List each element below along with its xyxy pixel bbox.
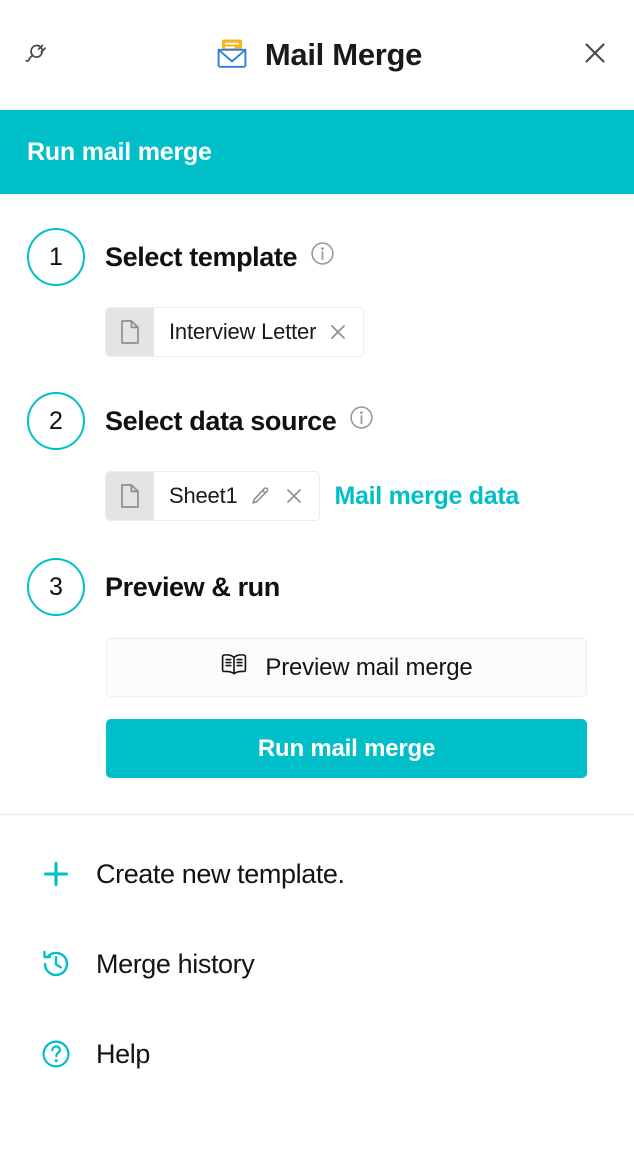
template-chip-label: Interview Letter (169, 319, 317, 344)
app-title: Mail Merge (264, 37, 423, 72)
step-2-header: 2 Select data source (0, 392, 634, 450)
pencil-icon[interactable] (248, 484, 272, 508)
close-icon (581, 39, 609, 72)
remove-template-icon[interactable] (326, 320, 350, 344)
step-1-header: 1 Select template (0, 228, 634, 286)
run-button-label: Run mail merge (257, 734, 436, 762)
step-select-template: 1 Select template Interview Letter (0, 228, 634, 356)
template-chip[interactable]: Interview Letter (106, 308, 364, 356)
section-title: Run mail merge (27, 137, 212, 166)
step-3-number: 3 (27, 558, 85, 616)
history-clock-icon (38, 948, 74, 980)
step-2-body: Sheet1 Mail merge data (0, 472, 634, 520)
close-button[interactable] (574, 34, 616, 76)
step-preview-run: 3 Preview & run Preview mail merge Run m… (0, 558, 634, 778)
step-3-title-row: Preview & run (105, 572, 280, 603)
menu-label-create-new-template: Create new template. (96, 858, 345, 889)
run-mail-merge-bar: Run mail merge (0, 110, 634, 194)
menu-item-create-new-template[interactable]: Create new template. (0, 829, 634, 919)
run-mail-merge-button[interactable]: Run mail merge (106, 719, 587, 778)
step-3-body: Preview mail merge Run mail merge (0, 638, 634, 778)
steps-container: 1 Select template Interview Letter 2 Sel… (0, 194, 634, 778)
step-1-title-row: Select template (105, 241, 335, 273)
step-2-title-row: Select data source (105, 405, 374, 437)
template-chip-row: Interview Letter (106, 308, 634, 356)
question-circle-icon (38, 1038, 74, 1070)
plug-icon (22, 39, 50, 72)
remove-datasource-icon[interactable] (282, 484, 306, 508)
step-1-number: 1 (27, 228, 85, 286)
plug-button[interactable] (16, 35, 56, 75)
open-book-icon (220, 652, 248, 683)
envelope-letter-icon (212, 33, 252, 78)
datasource-chip-label: Sheet1 (169, 483, 238, 508)
menu-item-merge-history[interactable]: Merge history (0, 919, 634, 1009)
menu-label-help: Help (96, 1038, 150, 1069)
app-header: Mail Merge (0, 0, 634, 110)
step-1-title-text: Select template (105, 241, 298, 272)
info-icon[interactable] (349, 405, 374, 437)
step-select-data-source: 2 Select data source Sheet1 Mail merge d… (0, 392, 634, 520)
datasource-chip-row: Sheet1 Mail merge data (106, 472, 634, 520)
menu-item-help[interactable]: Help (0, 1009, 634, 1099)
mail-merge-data-link[interactable]: Mail merge data (335, 482, 520, 511)
document-icon (106, 472, 154, 520)
step-3-title-text: Preview & run (105, 571, 280, 602)
datasource-chip[interactable]: Sheet1 (106, 472, 319, 520)
brand: Mail Merge (212, 33, 422, 78)
step-3-header: 3 Preview & run (0, 558, 634, 616)
datasource-chip-main: Sheet1 (154, 472, 319, 520)
step-2-title-text: Select data source (105, 405, 337, 436)
document-icon (106, 308, 154, 356)
info-icon[interactable] (310, 241, 335, 273)
menu-label-merge-history: Merge history (96, 948, 255, 979)
template-chip-main: Interview Letter (154, 308, 363, 356)
preview-button-label: Preview mail merge (265, 653, 473, 681)
preview-mail-merge-button[interactable]: Preview mail merge (106, 638, 587, 697)
bottom-menu: Create new template. Merge history Help (0, 815, 634, 1099)
step-2-number: 2 (27, 392, 85, 450)
plus-icon (38, 858, 74, 890)
step-1-body: Interview Letter (0, 308, 634, 356)
